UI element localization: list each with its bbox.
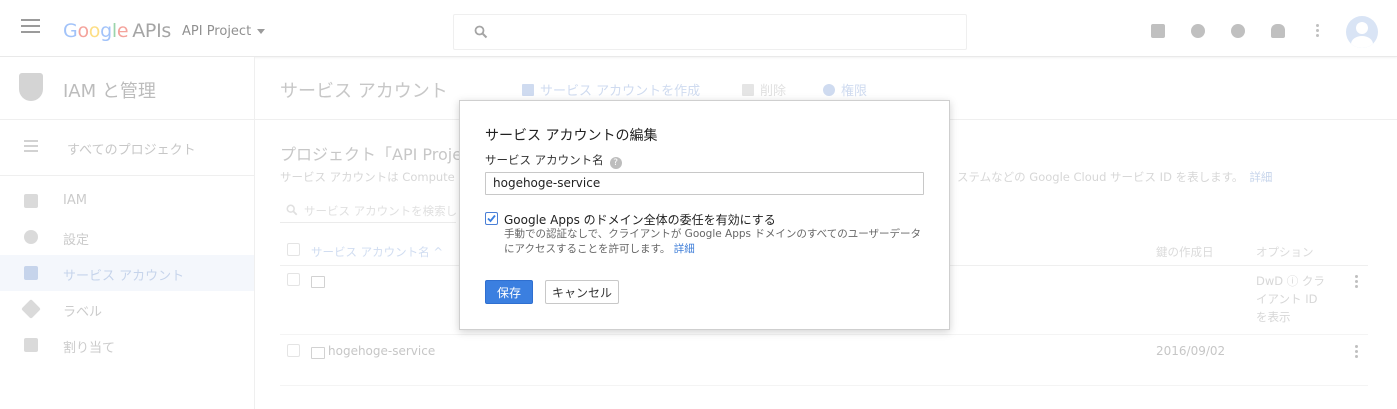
edit-service-account-dialog: サービス アカウントの編集 サービス アカウント名? Google Apps の… [459,100,950,330]
cancel-button[interactable]: キャンセル [545,280,619,304]
checkmark-icon [487,214,496,223]
name-label-text: サービス アカウント名 [485,153,604,167]
domain-wide-delegation-help: 手動での認証なしで、クライアントが Google Apps ドメインのすべてのユ… [504,227,930,257]
save-button[interactable]: 保存 [485,280,533,304]
service-account-name-label: サービス アカウント名? [485,152,622,169]
domain-wide-delegation-label[interactable]: Google Apps のドメイン全体の委任を有効にする [504,211,776,228]
service-account-name-input[interactable] [485,172,924,195]
help-icon[interactable]: ? [609,157,622,169]
dialog-title: サービス アカウントの編集 [485,128,658,144]
help-text: 手動での認証なしで、クライアントが Google Apps ドメインのすべてのユ… [504,228,922,255]
learn-more-link[interactable]: 詳細 [674,243,695,255]
domain-wide-delegation-checkbox[interactable] [485,212,498,225]
